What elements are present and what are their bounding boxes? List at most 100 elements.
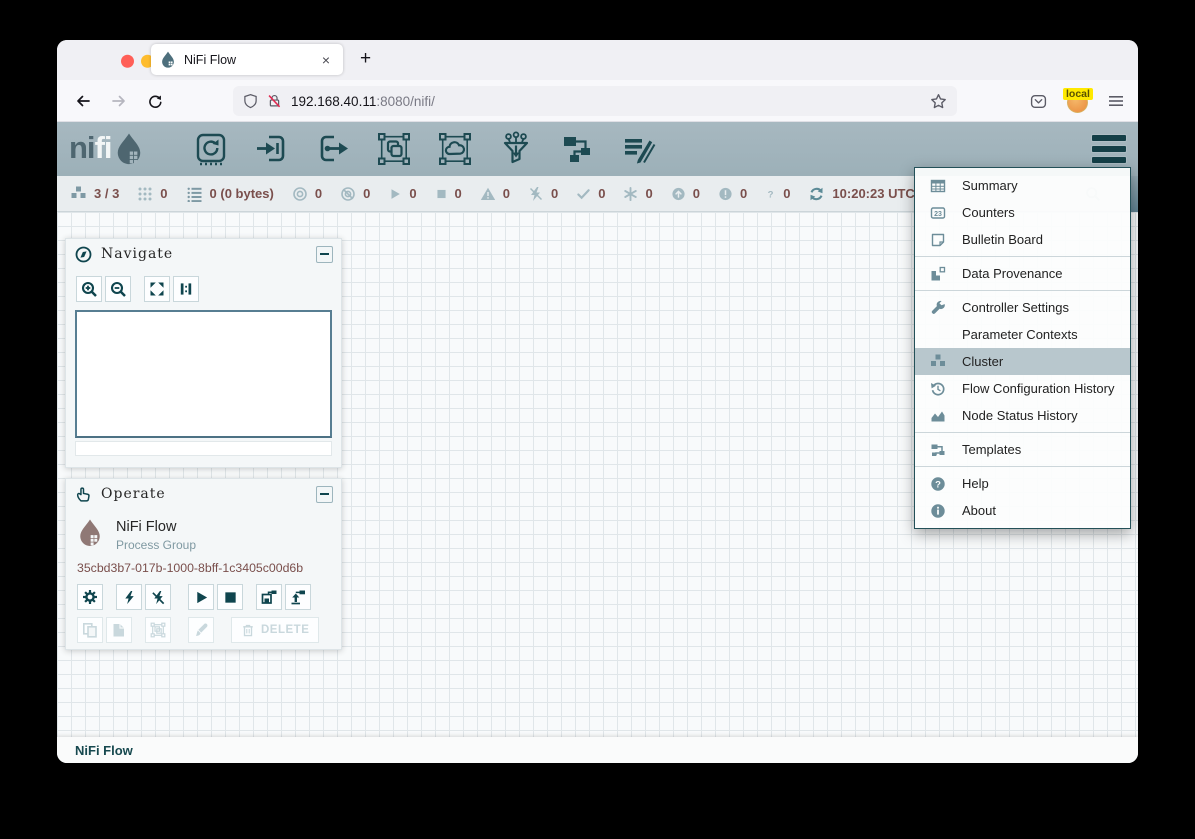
navigate-collapse-button[interactable]: [316, 246, 333, 263]
nifi-favicon: [160, 51, 176, 68]
process-group-icon[interactable]: [375, 130, 413, 168]
remote-process-group-icon[interactable]: [436, 130, 474, 168]
play-icon: [388, 186, 402, 202]
menu-item-node-status-history[interactable]: Node Status History: [915, 402, 1130, 429]
zoom-actual-size-button[interactable]: [173, 276, 199, 302]
summary-table-icon: [928, 178, 947, 194]
counters-icon: 23: [928, 205, 947, 221]
copy-button[interactable]: [77, 617, 103, 643]
up-to-date-count: 0: [598, 186, 605, 201]
menu-item-about[interactable]: About: [915, 497, 1130, 524]
status-refresh[interactable]: 10:20:23 UTC: [808, 186, 914, 202]
status-locally-modified: 0: [623, 186, 652, 202]
reload-button[interactable]: [143, 89, 167, 113]
url-bar[interactable]: 192.168.40.11:8080/nifi/: [233, 86, 957, 116]
start-button[interactable]: [188, 584, 214, 610]
menu-item-counters[interactable]: 23 Counters: [915, 199, 1130, 226]
close-window-button[interactable]: [121, 55, 134, 68]
input-port-icon[interactable]: [253, 130, 291, 168]
save-template-button[interactable]: [256, 584, 282, 610]
status-locally-modified-stale: 0: [718, 186, 747, 202]
svg-text:?: ?: [935, 479, 941, 490]
help-icon: ?: [928, 476, 947, 492]
invalid-count: 0: [503, 186, 510, 201]
operate-buttons-row-1: [66, 577, 341, 610]
component-toolbar: [192, 130, 657, 168]
info-icon: [928, 503, 947, 519]
cubes-icon: [70, 186, 87, 201]
status-cluster: 3 / 3: [70, 186, 119, 201]
cluster-count: 3 / 3: [94, 186, 119, 201]
disabled-lightning-icon: [528, 186, 544, 202]
list-icon: [186, 186, 203, 202]
browser-menu-icon[interactable]: [1104, 89, 1128, 113]
statusbar-right-edge: [1131, 176, 1138, 212]
tab-bar: NiFi Flow × +: [57, 40, 1138, 80]
menu-item-help[interactable]: ? Help: [915, 470, 1130, 497]
menu-item-label: Parameter Contexts: [962, 327, 1078, 342]
birdseye-minimap[interactable]: [75, 310, 332, 438]
menu-separator: [915, 290, 1130, 291]
menu-separator: [915, 256, 1130, 257]
locally-modified-stale-count: 0: [740, 186, 747, 201]
breadcrumb-bar: NiFi Flow: [57, 737, 1138, 763]
breadcrumb[interactable]: NiFi Flow: [75, 743, 133, 758]
menu-item-summary[interactable]: Summary: [915, 172, 1130, 199]
new-tab-button[interactable]: +: [353, 47, 378, 71]
change-color-button[interactable]: [188, 617, 214, 643]
status-invalid: 0: [480, 186, 510, 202]
delete-button[interactable]: DELETE: [231, 617, 319, 643]
data-provenance-icon: [928, 266, 947, 282]
zoom-fit-button[interactable]: [144, 276, 170, 302]
menu-item-data-provenance[interactable]: Data Provenance: [915, 260, 1130, 287]
stop-button[interactable]: [217, 584, 243, 610]
status-queued: 0 (0 bytes): [186, 186, 274, 202]
zoom-in-button[interactable]: [76, 276, 102, 302]
template-icon[interactable]: [558, 130, 596, 168]
configure-button[interactable]: [77, 584, 103, 610]
menu-item-cluster[interactable]: Cluster: [915, 348, 1130, 375]
upload-template-button[interactable]: [285, 584, 311, 610]
menu-item-parameter-contexts[interactable]: Parameter Contexts: [915, 321, 1130, 348]
back-button[interactable]: [71, 89, 95, 113]
menu-item-bulletin-board[interactable]: Bulletin Board: [915, 226, 1130, 253]
paste-button[interactable]: [106, 617, 132, 643]
menu-item-flow-configuration-history[interactable]: Flow Configuration History: [915, 375, 1130, 402]
zoom-out-button[interactable]: [105, 276, 131, 302]
menu-item-controller-settings[interactable]: Controller Settings: [915, 294, 1130, 321]
tab-title: NiFi Flow: [184, 53, 318, 67]
disabled-count: 0: [551, 186, 558, 201]
operate-flow-name: NiFi Flow: [116, 516, 196, 535]
menu-item-label: Summary: [962, 178, 1018, 193]
menu-item-templates[interactable]: Templates: [915, 436, 1130, 463]
insecure-lock-icon[interactable]: [267, 93, 282, 109]
birdseye-strip[interactable]: [75, 441, 332, 456]
refresh-icon[interactable]: [808, 186, 825, 202]
label-icon[interactable]: [619, 130, 657, 168]
navigate-buttons: [66, 269, 341, 306]
pocket-icon[interactable]: [1026, 89, 1050, 113]
operate-collapse-button[interactable]: [316, 486, 333, 503]
forward-button[interactable]: [107, 89, 131, 113]
enable-button[interactable]: [116, 584, 142, 610]
status-transmitting: 0: [292, 186, 322, 202]
tab-close-icon[interactable]: ×: [318, 51, 334, 69]
not-transmitting-icon: [340, 186, 356, 202]
group-button[interactable]: [145, 617, 171, 643]
shield-icon[interactable]: [243, 93, 258, 109]
global-menu-button[interactable]: [1092, 135, 1126, 163]
stale-count: 0: [693, 186, 700, 201]
output-port-icon[interactable]: [314, 130, 352, 168]
menu-item-label: Help: [962, 476, 989, 491]
funnel-icon[interactable]: [497, 130, 535, 168]
browser-tab[interactable]: NiFi Flow ×: [151, 44, 343, 75]
disable-button[interactable]: [145, 584, 171, 610]
global-menu: Summary 23 Counters Bulletin Board Data …: [914, 167, 1131, 529]
not-transmitting-count: 0: [363, 186, 370, 201]
status-sync-failure: ? 0: [765, 186, 790, 202]
status-up-to-date: 0: [576, 186, 605, 202]
check-icon: [576, 186, 591, 202]
navigate-palette: Navigate: [65, 238, 342, 468]
bookmark-star-icon[interactable]: [930, 93, 947, 110]
processor-icon[interactable]: [192, 130, 230, 168]
